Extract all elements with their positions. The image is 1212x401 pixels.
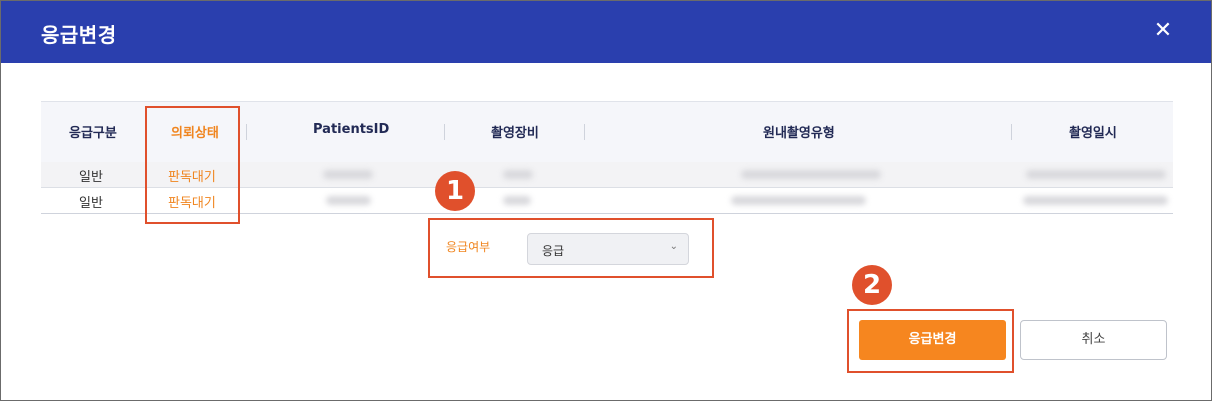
emergency-select-value: 응급 (542, 244, 565, 258)
cell-emergency-type: 일반 (79, 196, 103, 211)
redacted-exam-datetime (1023, 196, 1168, 205)
dialog-title: 응급변경 (41, 23, 117, 47)
confirm-emergency-change-button[interactable]: 응급변경 (859, 320, 1006, 360)
column-divider (584, 124, 585, 140)
column-header-emergency-type: 응급구분 (69, 126, 117, 141)
redacted-device (503, 170, 533, 179)
close-icon[interactable]: ✕ (1151, 19, 1175, 43)
step-badge-2: 2 (852, 265, 892, 305)
emergency-select[interactable]: 응급 ⌄ (527, 233, 689, 265)
cell-emergency-type: 일반 (79, 170, 103, 185)
dialog-header: 응급변경 ✕ (1, 1, 1211, 63)
chevron-down-icon: ⌄ (669, 241, 678, 252)
redacted-patients-id (326, 196, 371, 205)
column-header-exam-type: 원내촬영유형 (763, 126, 835, 141)
emergency-change-dialog: 응급변경 ✕ 응급구분 의뢰상태 PatientsID 촬영장비 원내촬영유형 … (0, 0, 1212, 401)
column-divider (444, 124, 445, 140)
redacted-exam-type (731, 196, 866, 205)
emergency-field-label: 응급여부 (446, 240, 491, 254)
column-header-device: 촬영장비 (491, 126, 539, 141)
redacted-device (503, 196, 531, 205)
column-divider (246, 124, 247, 140)
redacted-patients-id (323, 170, 373, 179)
cancel-button[interactable]: 취소 (1020, 320, 1167, 360)
column-header-patients-id: PatientsID (313, 122, 390, 137)
redacted-exam-datetime (1026, 170, 1166, 179)
step-badge-1: 1 (435, 171, 475, 211)
highlight-box-request-status (145, 106, 240, 224)
redacted-exam-type (741, 170, 881, 179)
column-divider (1011, 124, 1012, 140)
column-header-exam-datetime: 촬영일시 (1069, 126, 1117, 141)
